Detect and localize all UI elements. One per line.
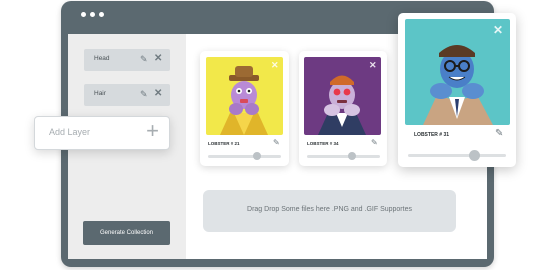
pencil-icon[interactable]: ✎ [140,55,148,64]
window-controls [81,12,104,17]
pencil-icon[interactable]: ✎ [140,90,148,99]
layer-label: Head [94,55,110,62]
file-dropzone[interactable]: Drag Drop Some files here .PNG and .GIF … [203,190,456,232]
add-layer-input[interactable]: Add Layer + [34,116,170,150]
slider-knob[interactable] [253,152,261,160]
window-dot[interactable] [99,12,104,17]
card-title: LOBSTER # 34 [307,141,339,146]
close-icon[interactable]: ✕ [154,54,162,64]
nft-image: ✕ [304,57,381,135]
slider-track[interactable] [408,154,506,157]
slider-knob[interactable] [348,152,356,160]
slider-track[interactable] [307,155,380,158]
nft-card[interactable]: ✕ LOBSTER # 21 ✎ [200,51,289,166]
generate-collection-button[interactable]: Generate Collection [83,221,170,245]
close-icon[interactable]: ✕ [369,61,377,70]
card-title: LOBSTER # 31 [414,132,450,138]
nft-card-featured[interactable]: ✕ LOBSTER # 31 ✎ [398,13,516,167]
slider-knob[interactable] [469,150,480,161]
close-icon[interactable]: ✕ [493,24,503,36]
window-dot[interactable] [81,12,86,17]
dropzone-text: Drag Drop Some files here .PNG and .GIF … [247,206,412,213]
window-dot[interactable] [90,12,95,17]
slider-track[interactable] [208,155,281,158]
card-title: LOBSTER # 21 [208,141,240,146]
close-icon[interactable]: ✕ [154,89,162,99]
add-layer-placeholder: Add Layer [49,127,91,137]
layer-label: Hair [94,90,106,97]
pencil-icon[interactable]: ✎ [371,139,378,147]
close-icon[interactable]: ✕ [271,61,279,70]
nft-image: ✕ [206,57,283,135]
layer-item-hair[interactable]: Hair ✎ ✕ [84,84,170,106]
pencil-icon[interactable]: ✎ [273,139,280,147]
pencil-icon[interactable]: ✎ [495,129,503,139]
plus-icon[interactable]: + [146,120,159,142]
nft-image: ✕ [405,19,510,125]
nft-card[interactable]: ✕ LOBSTER # 34 ✎ [299,51,387,166]
layer-item-head[interactable]: Head ✎ ✕ [84,49,170,71]
